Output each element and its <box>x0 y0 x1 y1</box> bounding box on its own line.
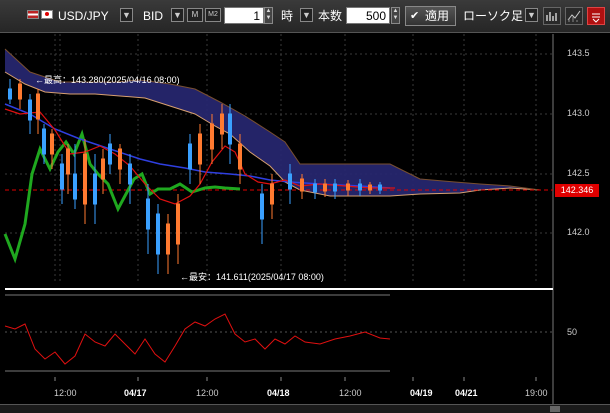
count-input[interactable]: 500 <box>346 7 390 24</box>
time-label: 12:00 <box>339 388 362 398</box>
check-icon: ✔ <box>410 10 420 22</box>
toolbar: USD/JPY ▼ BID ▼ M M2 1 ▲ ▼ 時 ▼ 本数 500 ▲ ▼ … <box>0 0 610 33</box>
candle-type-dropdown-icon[interactable]: ▼ <box>525 8 538 22</box>
chart-tool-icon[interactable] <box>543 7 561 25</box>
price-label: 143.5 <box>567 48 590 58</box>
indicator-tool-icon[interactable] <box>565 7 583 25</box>
menu-icon[interactable] <box>587 7 605 25</box>
date-label: 04/18 <box>267 388 290 398</box>
count-spinner[interactable]: ▲ ▼ <box>391 7 400 24</box>
count-label: 本数 <box>318 9 343 23</box>
m2-toggle-button[interactable]: M2 <box>205 8 221 22</box>
interval-input[interactable]: 1 <box>224 7 264 24</box>
candle-type-label[interactable]: ローソク足 <box>463 6 523 26</box>
time-label: 19:00 <box>525 388 548 398</box>
date-label: 04/17 <box>124 388 147 398</box>
current-price-tag: 142.346 <box>555 184 599 197</box>
horizontal-scrollbar[interactable] <box>0 404 610 413</box>
interval-unit-label: 時 <box>281 9 294 23</box>
us-flag-icon <box>27 10 39 19</box>
high-annotation: ←最高：143.280(2025/04/16 08:00) <box>35 75 180 85</box>
time-label: 12:00 <box>54 388 77 398</box>
price-label: 142.0 <box>567 227 590 237</box>
jp-flag-icon <box>41 10 53 19</box>
symbol-label[interactable]: USD/JPY <box>58 6 109 26</box>
apply-button[interactable]: ✔ 適用 <box>405 6 456 26</box>
low-annotation: ←最安：141.611(2025/04/17 08:00) <box>180 272 324 282</box>
oscillator-panel <box>4 294 553 372</box>
symbol-dropdown-icon[interactable]: ▼ <box>120 8 133 22</box>
price-type-dropdown-icon[interactable]: ▼ <box>171 8 184 22</box>
date-label: 04/19 <box>410 388 433 398</box>
scrollbar-thumb[interactable] <box>550 406 560 412</box>
date-label: 04/21 <box>455 388 478 398</box>
chart-area[interactable] <box>0 34 610 413</box>
price-label: 143.0 <box>567 108 590 118</box>
oscillator-level-label: 50 <box>567 327 578 337</box>
m-toggle-button[interactable]: M <box>187 8 203 22</box>
price-label: 142.5 <box>567 168 590 178</box>
apply-label: 適用 <box>425 9 450 23</box>
time-axis-ticks <box>54 377 537 381</box>
interval-unit-dropdown-icon[interactable]: ▼ <box>300 8 313 22</box>
interval-spinner[interactable]: ▲ ▼ <box>264 7 273 24</box>
price-type-label[interactable]: BID <box>143 6 163 26</box>
time-label: 12:00 <box>196 388 219 398</box>
